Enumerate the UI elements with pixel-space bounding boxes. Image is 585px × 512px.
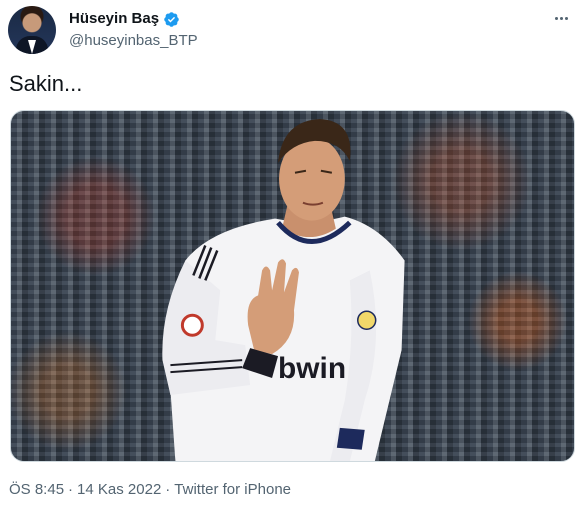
tweet-meta: ÖS 8:45 · 14 Kas 2022 · Twitter for iPho… bbox=[9, 480, 291, 500]
tweet-timestamp[interactable]: ÖS 8:45 bbox=[9, 480, 64, 500]
meta-separator: · bbox=[165, 481, 171, 498]
author-handle[interactable]: @huseyinbas_BTP bbox=[69, 31, 198, 51]
meta-separator: · bbox=[68, 481, 74, 498]
profile-avatar[interactable] bbox=[8, 6, 56, 54]
more-dots-icon[interactable] bbox=[549, 8, 573, 28]
tweet-header: Hüseyin Baş @huseyinbas_BTP bbox=[8, 4, 577, 56]
tweet-photo[interactable]: bwin bbox=[10, 110, 575, 462]
tweet-date[interactable]: 14 Kas 2022 bbox=[77, 480, 161, 500]
verified-badge-icon bbox=[164, 11, 179, 27]
author-name-row[interactable]: Hüseyin Baş bbox=[69, 10, 198, 28]
tweet-text: Sakin... bbox=[9, 71, 83, 96]
jersey-sponsor-text: bwin bbox=[278, 352, 346, 385]
author-block: Hüseyin Baş @huseyinbas_BTP bbox=[69, 10, 198, 51]
tweet-source[interactable]: Twitter for iPhone bbox=[174, 480, 291, 500]
photo-subject: bwin bbox=[162, 118, 405, 461]
author-display-name[interactable]: Hüseyin Baş bbox=[69, 10, 159, 28]
